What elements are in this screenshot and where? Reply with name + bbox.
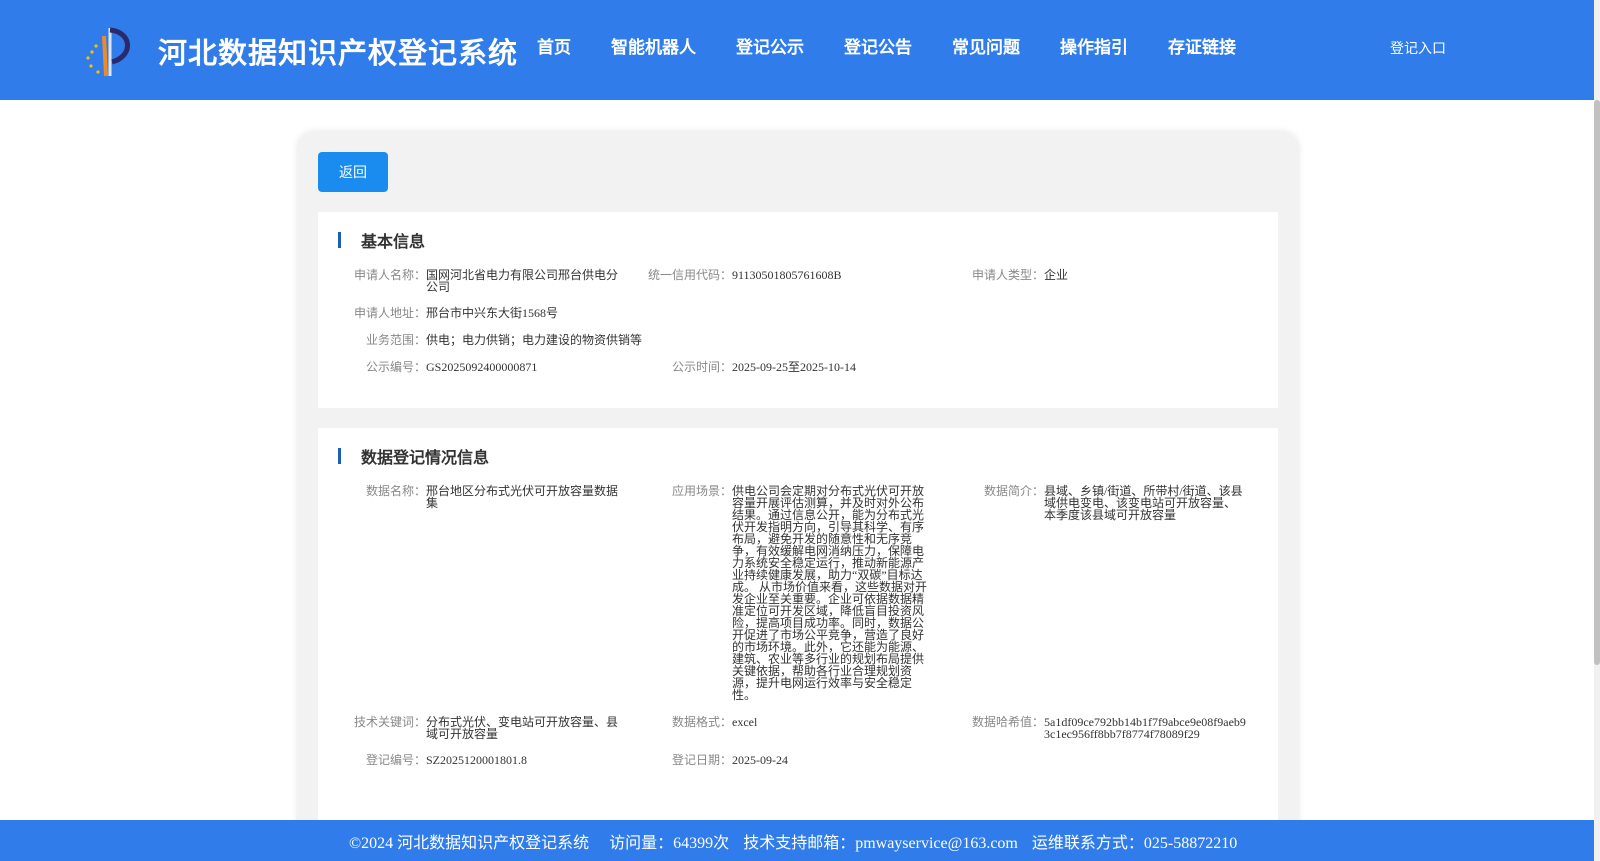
data-registration-card: 数据登记情况信息 数据名称： 邢台地区分布式光伏可开放容量数据集 应用场景： 供… [318,428,1278,861]
applicant-type-value: 企业 [1044,268,1069,282]
login-link[interactable]: 登记入口 [1390,38,1446,58]
basic-info-heading: 基本信息 [338,232,425,251]
pub-no-value: GS2025092400000871 [426,360,538,374]
data-hash-field: 数据哈希值： 5a1df09ce792bb14b1f7f9abce9e08f9a… [972,716,1248,740]
credit-code-field: 统一信用代码： 91130501805761608B [648,269,842,281]
registration-heading: 数据登记情况信息 [338,448,489,467]
nav-home[interactable]: 首页 [537,36,571,60]
reg-no-label: 登记编号： [365,753,426,767]
nav-announcement[interactable]: 登记公告 [844,36,912,60]
keywords-field: 技术关键词： 分布式光伏、变电站可开放容量、县域可开放容量 [354,716,622,740]
nav-evidence-link[interactable]: 存证链接 [1168,36,1236,60]
keywords-value: 分布式光伏、变电站可开放容量、县域可开放容量 [426,715,619,741]
back-button[interactable]: 返回 [318,152,388,192]
credit-code-value: 91130501805761608B [732,268,842,282]
address-field: 申请人地址： 邢台市中兴东大街1568号 [354,307,558,319]
applicant-type-field: 申请人类型： 企业 [972,269,1068,281]
page-scrollbar[interactable] [1594,0,1600,861]
data-name-label: 数据名称： [365,484,426,498]
logo-icon [86,27,130,77]
business-scope-value: 供电；电力供销；电力建设的物资供销等 [426,333,643,347]
address-value: 邢台市中兴东大街1568号 [426,306,559,320]
basic-info-card: 基本信息 申请人名称： 国网河北省电力有限公司邢台供电分公司 统一信用代码： 9… [318,212,1278,408]
pub-time-label: 公示时间： [672,360,733,374]
section-marker [338,448,341,464]
reg-date-label: 登记日期： [672,753,733,767]
pub-time-value: 2025-09-25至2025-10-14 [732,360,856,374]
applicant-type-label: 申请人类型： [972,268,1045,282]
applicant-name-label: 申请人名称： [354,268,427,282]
data-intro-value: 县域、乡镇/街道、所带村/街道、该县域供电变电、该变电站可开放容量、本季度该县域… [1044,484,1243,522]
business-scope-field: 业务范围： 供电；电力供销；电力建设的物资供销等 [354,334,642,346]
scenario-label: 应用场景： [672,484,733,498]
detail-panel: 返回 基本信息 申请人名称： 国网河北省电力有限公司邢台供电分公司 统一信用代码… [298,132,1298,861]
nav-robot[interactable]: 智能机器人 [611,36,696,60]
visit-counter: 访问量：64399次 [609,834,730,852]
reg-date-field: 登记日期： 2025-09-24 [672,754,788,766]
reg-no-field: 登记编号： SZ2025120001801.8 [354,754,527,766]
business-scope-label: 业务范围： [365,333,426,347]
section-title: 基本信息 [361,234,426,251]
address-label: 申请人地址： [354,306,427,320]
credit-code-label: 统一信用代码： [648,268,733,282]
reg-no-value: SZ2025120001801.8 [426,753,528,767]
scenario-field: 应用场景： 供电公司会定期对分布式光伏可开放容量开展评估测算，并及时对外公布结果… [672,485,928,701]
keywords-label: 技术关键词： [354,715,427,729]
scrollbar-thumb[interactable] [1594,100,1600,665]
site-title: 河北数据知识产权登记系统 [158,38,519,70]
data-format-field: 数据格式： excel [672,716,757,728]
support-email: 技术支持邮箱：pmwayservice@163.com [743,834,1018,852]
applicant-name-value: 国网河北省电力有限公司邢台供电分公司 [426,268,619,294]
main-nav: 首页 智能机器人 登记公示 登记公告 常见问题 操作指引 存证链接 [537,36,1276,60]
top-header: 河北数据知识产权登记系统 首页 智能机器人 登记公示 登记公告 常见问题 操作指… [0,0,1594,100]
page-footer: ©2024 河北数据知识产权登记系统 访问量：64399次 技术支持邮箱：pmw… [0,820,1594,861]
data-format-label: 数据格式： [672,715,733,729]
nav-faq[interactable]: 常见问题 [952,36,1020,60]
data-intro-field: 数据简介： 县域、乡镇/街道、所带村/街道、该县域供电变电、该变电站可开放容量、… [984,485,1244,521]
nav-guide[interactable]: 操作指引 [1060,36,1128,60]
section-marker [338,232,341,248]
pub-no-label: 公示编号： [365,360,426,374]
pub-time-field: 公示时间： 2025-09-25至2025-10-14 [672,361,856,373]
ops-phone: 运维联系方式：025-58872210 [1031,834,1238,852]
data-name-value: 邢台地区分布式光伏可开放容量数据集 [426,484,619,510]
nav-publicity[interactable]: 登记公示 [736,36,804,60]
reg-date-value: 2025-09-24 [732,753,788,767]
section-title: 数据登记情况信息 [361,450,490,467]
data-format-value: excel [732,715,758,729]
applicant-name-field: 申请人名称： 国网河北省电力有限公司邢台供电分公司 [354,269,622,293]
copyright-text: ©2024 河北数据知识产权登记系统 [349,834,590,852]
pub-no-field: 公示编号： GS2025092400000871 [354,361,537,373]
data-name-field: 数据名称： 邢台地区分布式光伏可开放容量数据集 [354,485,622,509]
data-hash-label: 数据哈希值： [972,715,1045,729]
data-hash-value: 5a1df09ce792bb14b1f7f9abce9e08f9aeb93c1e… [1044,715,1246,741]
scenario-value: 供电公司会定期对分布式光伏可开放容量开展评估测算，并及时对外公布结果。通过信息公… [732,484,928,702]
data-intro-label: 数据简介： [984,484,1045,498]
